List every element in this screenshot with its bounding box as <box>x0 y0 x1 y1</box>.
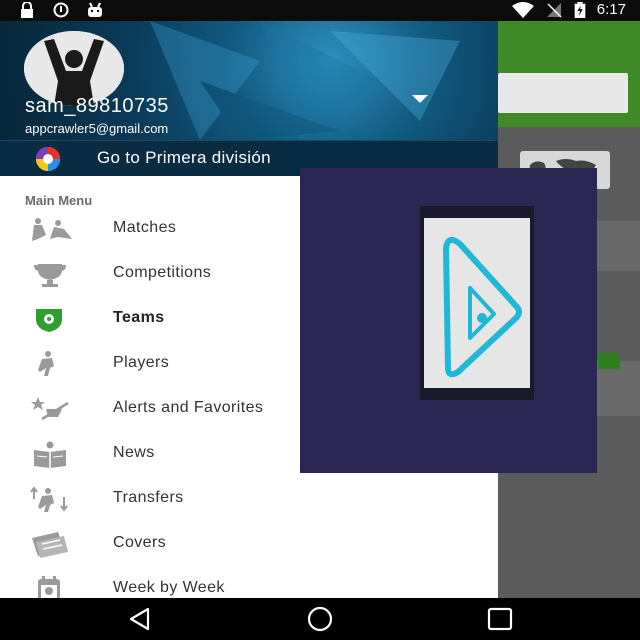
shield-icon <box>36 309 62 332</box>
username: sam_89810735 <box>25 95 169 117</box>
drawer-header: sam_89810735 appcrawler5@gmail.com <box>0 21 498 140</box>
sync-icon <box>53 2 69 18</box>
navigation-bar <box>0 598 640 640</box>
laliga-logo-icon <box>36 147 60 171</box>
no-signal-icon <box>546 3 562 18</box>
menu-item-label: Transfers <box>113 489 184 506</box>
menu-item-label: Covers <box>113 534 167 551</box>
home-icon[interactable] <box>306 606 334 632</box>
transfers-icon <box>30 486 68 512</box>
ad-image <box>424 218 530 388</box>
wifi-icon <box>511 2 534 18</box>
clock: 6:17 <box>596 1 626 18</box>
overlay-ad[interactable] <box>300 168 597 473</box>
ad-card <box>420 206 534 400</box>
trophy-icon <box>34 264 66 287</box>
menu-item-label: Alerts and Favorites <box>113 399 264 416</box>
search-box <box>498 73 628 113</box>
alerts-icon <box>31 397 69 421</box>
players-tackle-icon <box>32 218 72 241</box>
status-bar: 6:17 <box>0 0 640 21</box>
menu-item-label: Players <box>113 354 170 371</box>
email: appcrawler5@gmail.com <box>25 121 169 136</box>
menu-item-label: Matches <box>113 219 177 236</box>
league-link-label: Go to Primera división <box>97 148 271 167</box>
menu-item-label: Week by Week <box>113 579 225 596</box>
chevron-down-icon[interactable] <box>410 93 430 105</box>
android-icon <box>88 2 102 17</box>
play-triangle-icon <box>443 236 522 378</box>
menu-item-label: Teams <box>113 309 165 326</box>
back-icon[interactable] <box>126 606 154 632</box>
status-badge <box>598 353 620 369</box>
news-icon <box>34 441 66 468</box>
menu-item-week-by-week[interactable]: Week by Week <box>0 567 498 598</box>
lock-icon <box>21 2 33 18</box>
player-icon <box>38 351 54 376</box>
recents-icon[interactable] <box>486 606 514 632</box>
calendar-icon <box>38 576 60 598</box>
menu-item-transfers[interactable]: Transfers <box>0 477 498 522</box>
menu-item-label: Competitions <box>113 264 212 281</box>
covers-icon <box>32 532 68 558</box>
menu-item-label: News <box>113 444 155 461</box>
menu-item-covers[interactable]: Covers <box>0 522 498 567</box>
menu-section-title: Main Menu <box>25 193 93 208</box>
battery-charging-icon <box>574 2 586 18</box>
